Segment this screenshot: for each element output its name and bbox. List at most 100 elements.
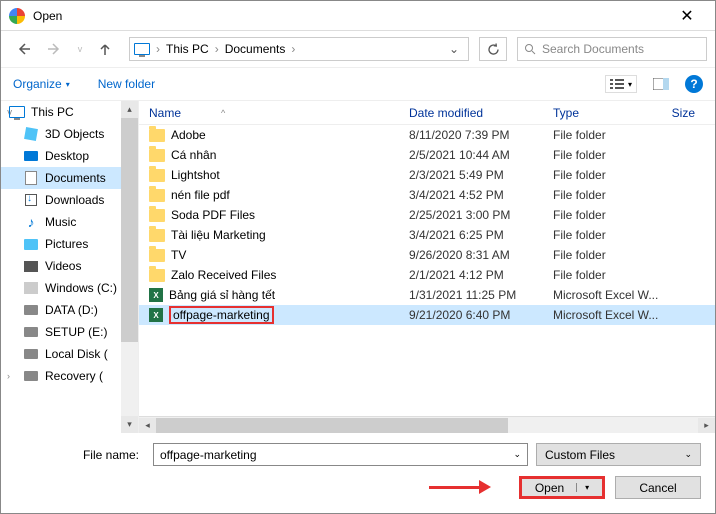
- preview-pane-button[interactable]: [647, 72, 675, 96]
- file-date: 1/31/2021 11:25 PM: [399, 288, 543, 302]
- scroll-right-button[interactable]: ▸: [698, 418, 715, 433]
- column-date[interactable]: Date modified: [399, 106, 543, 120]
- filename-input[interactable]: offpage-marketing ⌄: [153, 443, 528, 466]
- scroll-thumb[interactable]: [156, 418, 508, 433]
- file-row[interactable]: Tài liệu Marketing3/4/2021 6:25 PMFile f…: [139, 225, 715, 245]
- forward-button[interactable]: [41, 35, 69, 63]
- scroll-thumb[interactable]: [121, 118, 138, 342]
- scroll-left-button[interactable]: ◂: [139, 418, 156, 433]
- sidebar-item-label: Windows (C:): [45, 281, 117, 295]
- close-button[interactable]: ✕: [667, 1, 707, 31]
- file-name: Bảng giá sỉ hàng tết: [169, 288, 275, 302]
- excel-icon: X: [149, 308, 163, 322]
- sidebar-item-recovery-[interactable]: ›Recovery (: [1, 365, 138, 387]
- sidebar-item-music[interactable]: ♪Music: [1, 211, 138, 233]
- sidebar-item-label: Videos: [45, 259, 81, 273]
- help-button[interactable]: ?: [685, 75, 703, 93]
- file-row[interactable]: Zalo Received Files2/1/2021 4:12 PMFile …: [139, 265, 715, 285]
- file-row[interactable]: TV9/26/2020 8:31 AMFile folder: [139, 245, 715, 265]
- window-title: Open: [33, 9, 667, 23]
- win-icon: [23, 281, 39, 295]
- file-row[interactable]: XBảng giá sỉ hàng tết1/31/2021 11:25 PMM…: [139, 285, 715, 305]
- sidebar-item-label: Pictures: [45, 237, 88, 251]
- cancel-button[interactable]: Cancel: [615, 476, 701, 499]
- organize-button[interactable]: Organize▾: [13, 77, 70, 91]
- search-input[interactable]: Search Documents: [517, 37, 707, 61]
- file-type-filter[interactable]: Custom Files ⌄: [536, 443, 701, 466]
- new-folder-button[interactable]: New folder: [98, 77, 155, 91]
- sidebar-item-videos[interactable]: Videos: [1, 255, 138, 277]
- column-size[interactable]: Size: [653, 106, 715, 120]
- file-name: Tài liệu Marketing: [171, 228, 266, 242]
- file-type: File folder: [543, 148, 693, 162]
- file-row[interactable]: Lightshot2/3/2021 5:49 PMFile folder: [139, 165, 715, 185]
- file-name: Soda PDF Files: [171, 208, 255, 222]
- bottom-panel: File name: offpage-marketing ⌄ Custom Fi…: [1, 433, 715, 509]
- scroll-down-button[interactable]: ▾: [121, 416, 138, 433]
- chrome-icon: [9, 8, 25, 24]
- file-row[interactable]: Soda PDF Files2/25/2021 3:00 PMFile fold…: [139, 205, 715, 225]
- file-name: Cá nhân: [171, 148, 216, 162]
- sidebar-item-label: Desktop: [45, 149, 89, 163]
- sidebar-item-local-disk-[interactable]: Local Disk (: [1, 343, 138, 365]
- chevron-right-icon: ›: [213, 42, 221, 56]
- sidebar-item-downloads[interactable]: Downloads: [1, 189, 138, 211]
- file-name: TV: [171, 248, 186, 262]
- chevron-right-icon: ›: [289, 42, 297, 56]
- sidebar-item-label: Local Disk (: [45, 347, 108, 361]
- sidebar-scrollbar[interactable]: ▴ ▾: [121, 101, 138, 433]
- dl-icon: [23, 193, 39, 207]
- file-row[interactable]: Cá nhân2/5/2021 10:44 AMFile folder: [139, 145, 715, 165]
- breadcrumb-documents[interactable]: Documents: [221, 42, 290, 56]
- sidebar-item-3d-objects[interactable]: 3D Objects: [1, 123, 138, 145]
- breadcrumb-dropdown[interactable]: ⌄: [444, 42, 464, 56]
- content: ⅴThis PC3D Objects Desktop DocumentsDownlo…: [1, 101, 715, 433]
- file-name: Adobe: [171, 128, 206, 142]
- folder-icon: [149, 209, 165, 222]
- caret-icon: ›: [7, 371, 10, 381]
- sidebar-item-label: This PC: [31, 105, 74, 119]
- file-date: 2/3/2021 5:49 PM: [399, 168, 543, 182]
- sidebar-item-desktop[interactable]: Desktop: [1, 145, 138, 167]
- file-type: File folder: [543, 188, 693, 202]
- file-name: Zalo Received Files: [171, 268, 276, 282]
- sidebar-item-documents[interactable]: Documents: [1, 167, 138, 189]
- file-row[interactable]: Adobe8/11/2020 7:39 PMFile folder: [139, 125, 715, 145]
- file-row[interactable]: nén file pdf3/4/2021 4:52 PMFile folder: [139, 185, 715, 205]
- drive-icon: [23, 303, 39, 317]
- excel-icon: X: [149, 288, 163, 302]
- sidebar-item-this-pc[interactable]: ⅴThis PC: [1, 101, 138, 123]
- file-date: 9/26/2020 8:31 AM: [399, 248, 543, 262]
- back-button[interactable]: [9, 35, 37, 63]
- breadcrumb[interactable]: › This PC › Documents › ⌄: [129, 37, 469, 61]
- refresh-button[interactable]: [479, 37, 507, 61]
- navbar: v › This PC › Documents › ⌄ Search Docum…: [1, 31, 715, 67]
- sidebar-item-windows-c-[interactable]: Windows (C:): [1, 277, 138, 299]
- file-date: 9/21/2020 6:40 PM: [399, 308, 543, 322]
- toolbar: Organize▾ New folder ▾ ?: [1, 67, 715, 101]
- search-icon: [524, 43, 536, 55]
- annotation-arrow: [429, 480, 491, 494]
- view-options-button[interactable]: ▾: [605, 75, 637, 93]
- column-type[interactable]: Type: [543, 106, 653, 120]
- recent-dropdown[interactable]: v: [73, 35, 87, 63]
- chevron-down-icon: ▾: [576, 483, 589, 492]
- file-row[interactable]: Xoffpage-marketing9/21/2020 6:40 PMMicro…: [139, 305, 715, 325]
- breadcrumb-thispc[interactable]: This PC: [162, 42, 213, 56]
- up-button[interactable]: [91, 35, 119, 63]
- horizontal-scrollbar[interactable]: ◂ ▸: [139, 416, 715, 433]
- file-type: File folder: [543, 228, 693, 242]
- sidebar-item-pictures[interactable]: Pictures: [1, 233, 138, 255]
- filename-value: offpage-marketing: [160, 448, 257, 462]
- filename-label: File name:: [15, 448, 145, 462]
- scroll-up-button[interactable]: ▴: [121, 101, 138, 118]
- pc-icon: [9, 105, 25, 119]
- column-name[interactable]: Name^: [139, 106, 399, 120]
- folder-icon: [149, 129, 165, 142]
- file-list: Adobe8/11/2020 7:39 PMFile folderCá nhân…: [139, 125, 715, 416]
- open-button[interactable]: Open ▾: [519, 476, 605, 499]
- search-placeholder: Search Documents: [542, 42, 644, 56]
- sidebar-item-data-d-[interactable]: DATA (D:): [1, 299, 138, 321]
- sidebar-item-setup-e-[interactable]: SETUP (E:): [1, 321, 138, 343]
- desk-icon: [23, 149, 39, 163]
